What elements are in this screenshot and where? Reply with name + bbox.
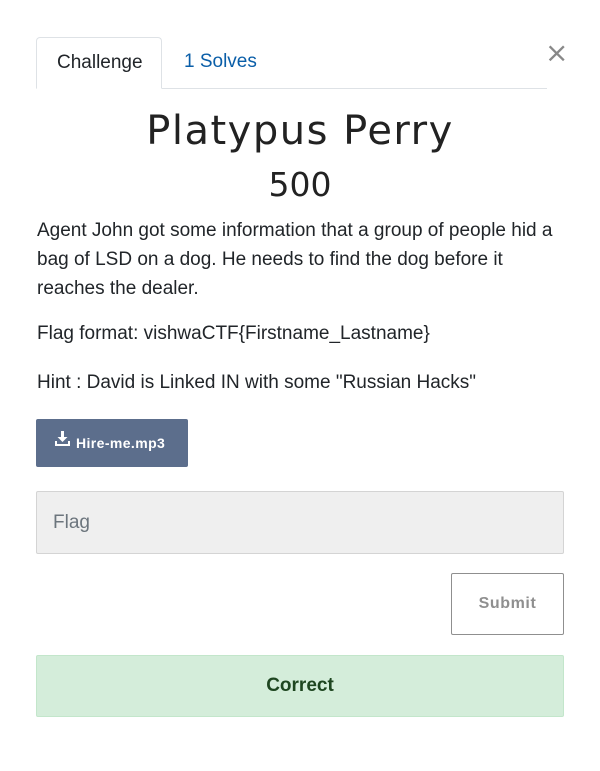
challenge-description: Agent John got some information that a g… (37, 216, 567, 397)
download-file-button[interactable]: Hire-me.mp3 (36, 419, 188, 467)
description-paragraph: Agent John got some information that a g… (37, 220, 553, 299)
submit-button[interactable]: Submit (451, 573, 564, 635)
hint-text: Hint : David is Linked IN with some "Rus… (37, 372, 477, 393)
tab-challenge[interactable]: Challenge (36, 37, 162, 89)
download-file-label: Hire-me.mp3 (76, 435, 166, 451)
flag-format-text: Flag format: vishwaCTF{Firstname_Lastnam… (37, 323, 430, 344)
close-icon[interactable]: × (545, 38, 568, 68)
flag-input[interactable] (36, 491, 564, 554)
challenge-title: Platypus Perry (146, 108, 454, 154)
challenge-points: 500 (268, 165, 332, 204)
download-icon (54, 418, 71, 466)
tab-bar: Challenge 1 Solves (36, 37, 547, 89)
tab-solves[interactable]: 1 Solves (162, 37, 312, 87)
result-notification: Correct (36, 655, 564, 717)
